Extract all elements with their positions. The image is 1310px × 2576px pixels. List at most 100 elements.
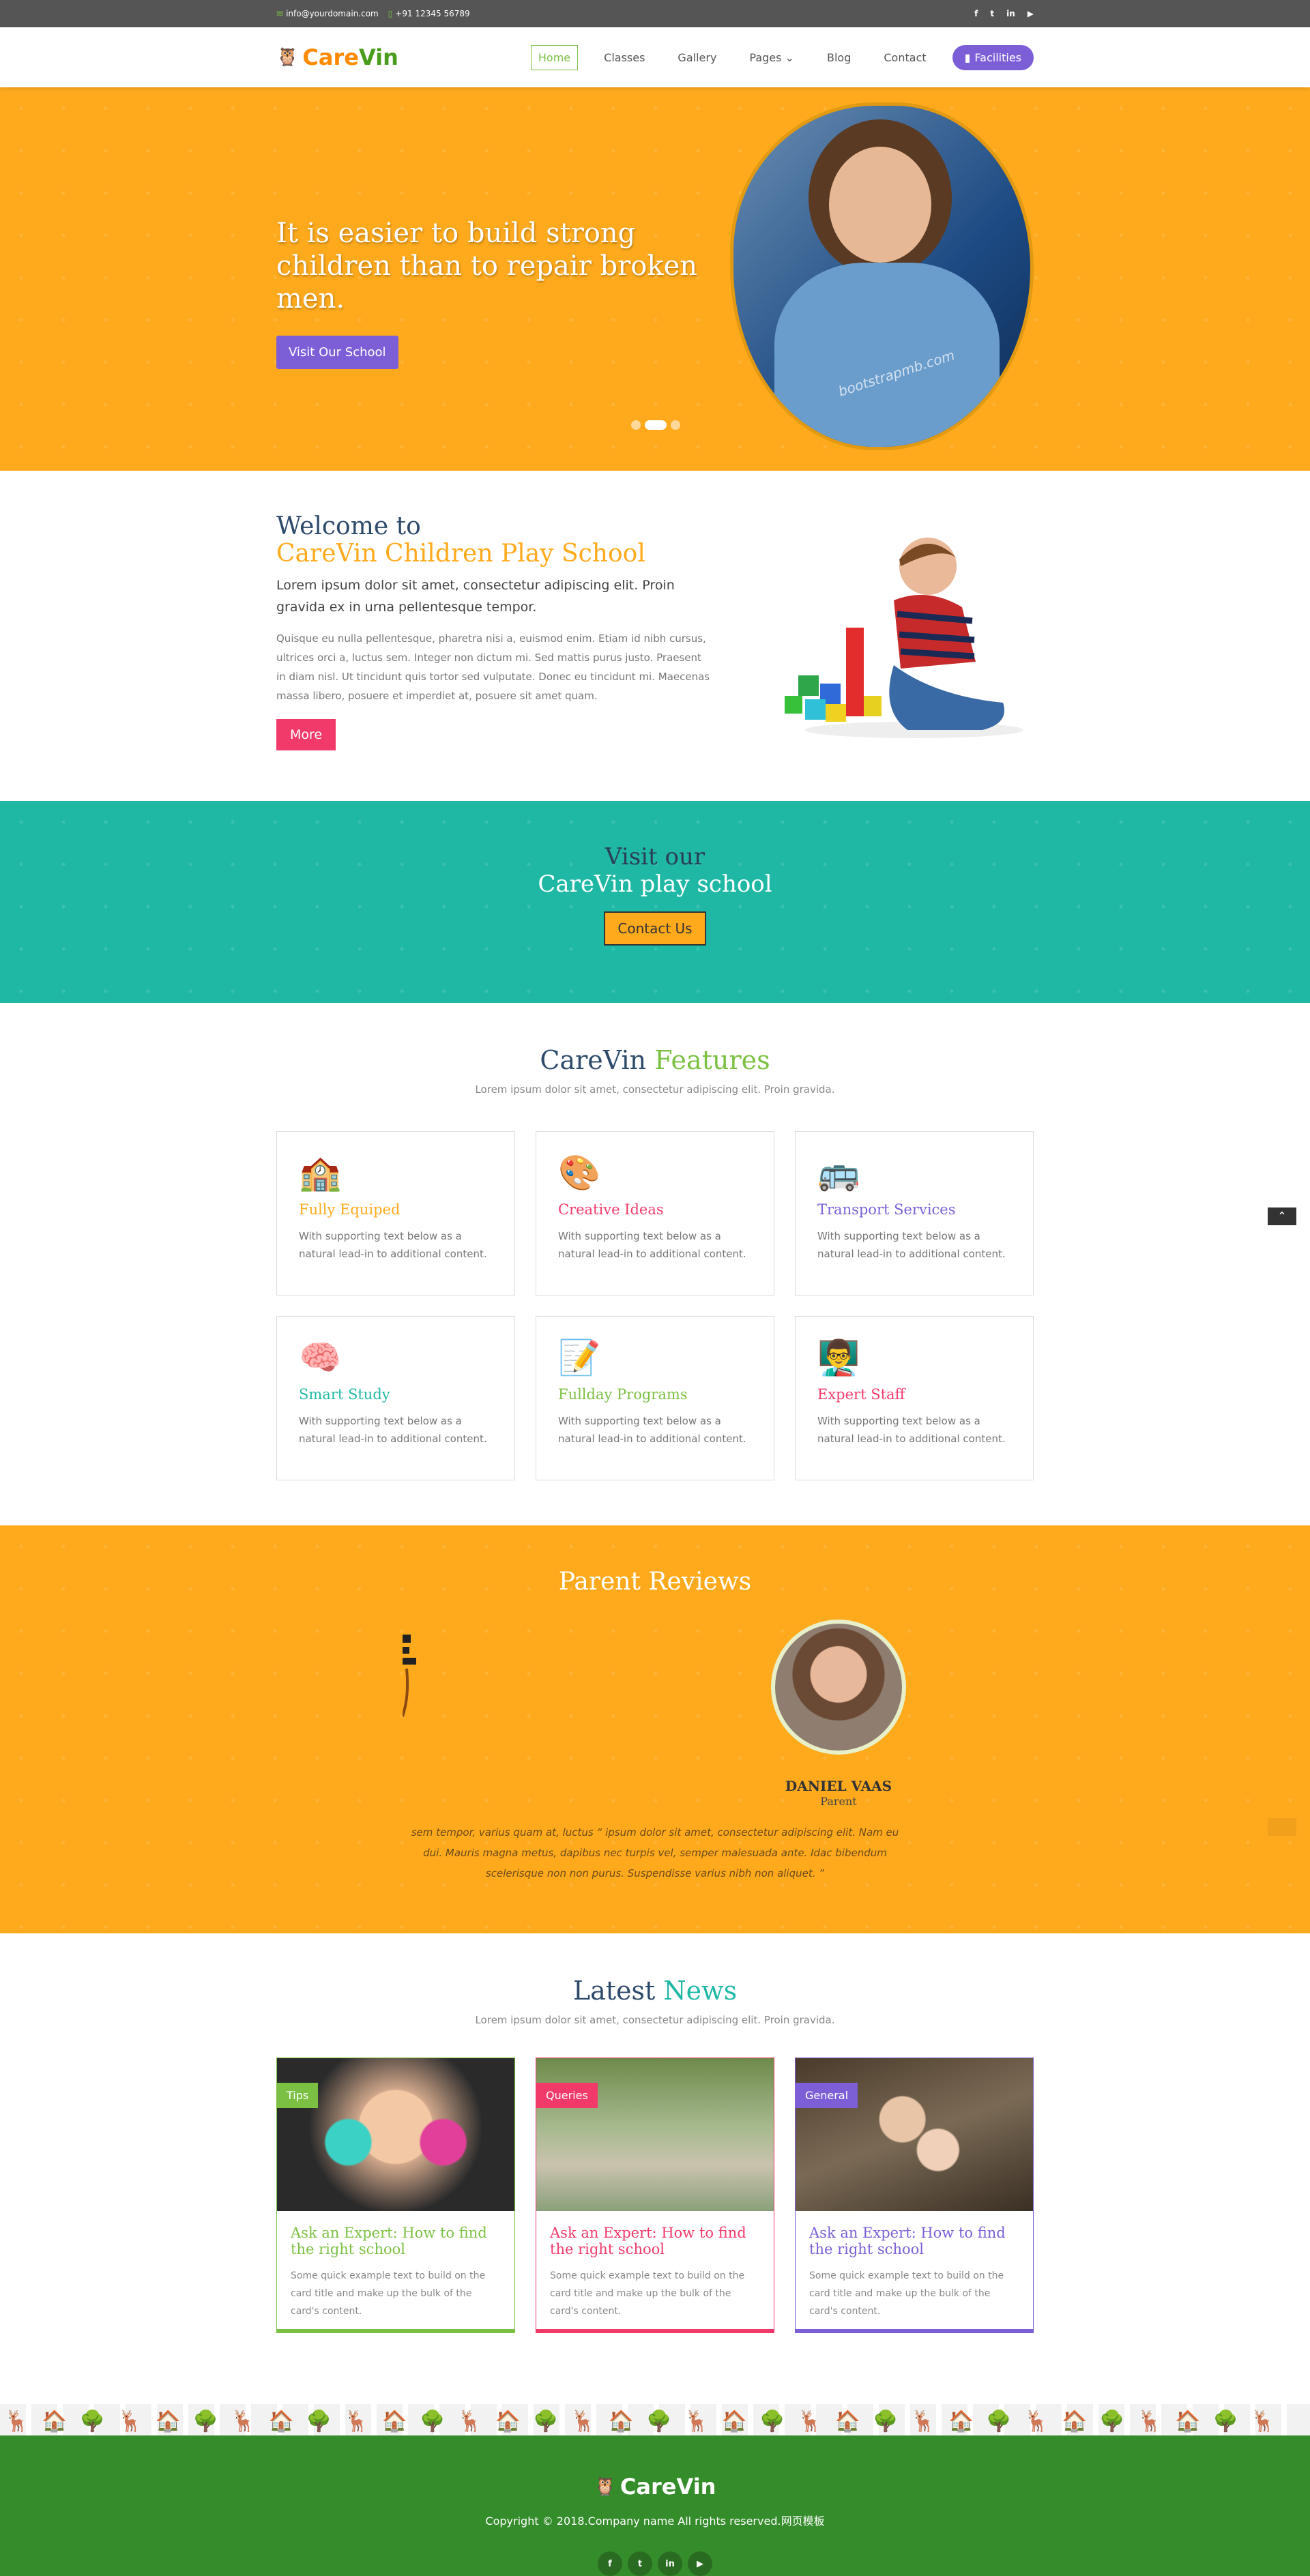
feature-text: With supporting text below as a natural …: [558, 1230, 746, 1260]
linkedin-icon[interactable]: in: [1006, 9, 1015, 18]
news-card[interactable]: General Ask an Expert: How to find the r…: [795, 2058, 1034, 2333]
scroll-to-top-button[interactable]: ⌃: [1268, 1208, 1296, 1225]
facebook-icon[interactable]: f: [598, 2551, 622, 2576]
boy-with-blocks-image: [785, 538, 1023, 738]
feature-title: Expert Staff: [817, 1386, 905, 1403]
news-tag[interactable]: General: [796, 2083, 858, 2108]
feature-title: Smart Study: [299, 1386, 390, 1403]
linkedin-icon[interactable]: in: [658, 2551, 682, 2576]
facebook-icon[interactable]: f: [974, 9, 978, 18]
news-text: Some quick example text to build on the …: [291, 2270, 486, 2317]
nav-home[interactable]: Home: [530, 44, 579, 70]
footer-decoration: 🦌 🏠 🌳 🦌 🏠 🌳 🦌 🏠 🌳 🦌 🏠 🌳 🦌 🏠 🌳 🦌 🏠 🌳 🦌 🏠 🌳 🦌 🏠 🌳 🦌 🏠 🌳 🦌 🏠 🌳 🦌 🏠 🌳 🦌: [0, 2404, 1310, 2435]
welcome-section: Welcome to CareVin Children Play School …: [0, 471, 1310, 801]
creative-ideas-icon: 🎨: [558, 1153, 601, 1192]
owl-logo-icon: 🦉: [594, 2476, 616, 2497]
features-subtitle: Lorem ipsum dolor sit amet, consectetur …: [475, 1083, 835, 1096]
welcome-lead: Lorem ipsum dolor sit amet, consectetur …: [276, 578, 675, 615]
youtube-icon[interactable]: ▶: [688, 2551, 712, 2576]
feature-card: 📝 Fullday Programs With supporting text …: [536, 1316, 774, 1480]
more-button[interactable]: More: [276, 719, 336, 750]
news-image-painted-hands: Tips: [277, 2058, 514, 2211]
news-title[interactable]: Ask an Expert: How to find the right sch…: [291, 2225, 501, 2257]
school-bus-icon: 🚌: [817, 1153, 860, 1192]
news-tag[interactable]: Tips: [277, 2083, 319, 2108]
hero-slider: It is easier to build strong children th…: [0, 87, 1310, 471]
feature-text: With supporting text below as a natural …: [817, 1230, 1006, 1260]
chevron-down-icon: ⌄: [785, 50, 794, 64]
news-title: Latest News: [0, 1933, 1310, 2006]
chart-icon: ▮: [964, 50, 971, 64]
hero-headline: It is easier to build strong children th…: [276, 218, 698, 314]
feature-card: 🚌 Transport Services With supporting tex…: [795, 1131, 1034, 1296]
footer-social: f t in ▶: [0, 2551, 1310, 2576]
visit-title-line1: Visit our: [605, 843, 705, 870]
owl-logo-icon: 🦉: [276, 47, 299, 68]
mail-icon: ✉: [276, 9, 284, 18]
facilities-button[interactable]: ▮ Facilities: [952, 44, 1034, 70]
phone-contact[interactable]: ▯ +91 12345 56789: [388, 9, 470, 18]
twitter-icon[interactable]: t: [990, 9, 994, 18]
site-logo[interactable]: 🦉 Care Vin: [276, 44, 398, 70]
visit-banner: Visit our CareVin play school Contact Us: [0, 801, 1310, 1003]
slider-dot[interactable]: [631, 420, 641, 430]
email-text: info@yourdomain.com: [286, 9, 379, 18]
welcome-title: Welcome to CareVin Children Play School: [276, 513, 713, 568]
topbar: ✉ info@yourdomain.com ▯ +91 12345 56789 f …: [0, 0, 1310, 27]
news-tag[interactable]: Queries: [536, 2083, 598, 2108]
facilities-label: Facilities: [974, 50, 1021, 64]
news-card-bar: [277, 2329, 514, 2332]
visit-title: Visit our CareVin play school: [0, 801, 1310, 898]
nav-gallery[interactable]: Gallery: [671, 46, 723, 70]
logo-text-vin: Vin: [358, 44, 398, 70]
nav-pages-label: Pages: [749, 50, 782, 64]
feature-title: Fully Equiped: [299, 1201, 401, 1218]
nav-classes[interactable]: Classes: [597, 46, 652, 70]
features-title-1: CareVin: [540, 1045, 647, 1075]
quote-open-icon: “: [596, 1826, 602, 1839]
school-building-icon: 🏫: [299, 1153, 342, 1192]
footer: 🦉 CareVin Copyright © 2018.Company name A…: [0, 2435, 1310, 2576]
copyright: Copyright © 2018.Company name All rights…: [485, 2515, 825, 2528]
feature-text: With supporting text below as a natural …: [558, 1415, 746, 1445]
hero-girl-image: bootstrapmb.com: [730, 102, 1034, 450]
youtube-icon[interactable]: ▶: [1028, 9, 1034, 18]
review-text-left: sem tempor, varius quam at, luctus: [411, 1826, 594, 1839]
header: 🦉 Care Vin Home Classes Gallery Pages ⌄ B…: [0, 27, 1310, 87]
phone-text: +91 12345 56789: [395, 9, 470, 18]
nav-pages[interactable]: Pages ⌄: [742, 46, 801, 70]
previous-review-fragment: [403, 1635, 416, 1717]
news-card[interactable]: Queries Ask an Expert: How to find the r…: [536, 2058, 774, 2333]
reviewer-role: Parent: [820, 1795, 857, 1808]
news-card[interactable]: Tips Ask an Expert: How to find the righ…: [276, 2058, 515, 2333]
feature-card: 🎨 Creative Ideas With supporting text be…: [536, 1131, 774, 1296]
feature-card: 🏫 Fully Equiped With supporting text bel…: [276, 1131, 515, 1296]
news-title-1: Latest: [572, 1976, 656, 2006]
nav-contact[interactable]: Contact: [877, 46, 933, 70]
features-grid: 🏫 Fully Equiped With supporting text bel…: [276, 1131, 1034, 1480]
reviews-section: Parent Reviews DANIEL VAAS Parent sem te…: [0, 1525, 1310, 1933]
feature-title: Transport Services: [817, 1201, 956, 1218]
feature-text: With supporting text below as a natural …: [299, 1230, 487, 1260]
twitter-icon[interactable]: t: [628, 2551, 652, 2576]
news-subtitle: Lorem ipsum dolor sit amet, consectetur …: [475, 2014, 835, 2026]
review-quote: sem tempor, varius quam at, luctus “ ips…: [403, 1822, 907, 1884]
features-title: CareVin Features: [0, 1003, 1310, 1075]
email-contact[interactable]: ✉ info@yourdomain.com: [276, 9, 379, 18]
news-text: Some quick example text to build on the …: [809, 2270, 1004, 2317]
slider-dot-active[interactable]: [645, 420, 667, 430]
review-next-button[interactable]: [1268, 1818, 1296, 1836]
news-card-bar: [796, 2329, 1033, 2332]
contact-us-button[interactable]: Contact Us: [604, 911, 706, 946]
visit-school-button[interactable]: Visit Our School: [276, 336, 398, 369]
features-section: CareVin Features Lorem ipsum dolor sit a…: [0, 1003, 1310, 1525]
reviews-title: Parent Reviews: [558, 1568, 752, 1596]
slider-dot[interactable]: [671, 420, 680, 430]
news-image-kids-playing: Queries: [536, 2058, 774, 2211]
nav-blog[interactable]: Blog: [820, 46, 858, 70]
news-title[interactable]: Ask an Expert: How to find the right sch…: [550, 2225, 760, 2257]
features-title-2: Features: [654, 1045, 770, 1075]
footer-logo[interactable]: 🦉 CareVin: [0, 2435, 1310, 2500]
news-title[interactable]: Ask an Expert: How to find the right sch…: [809, 2225, 1019, 2257]
welcome-title-line1: Welcome to: [276, 512, 421, 540]
